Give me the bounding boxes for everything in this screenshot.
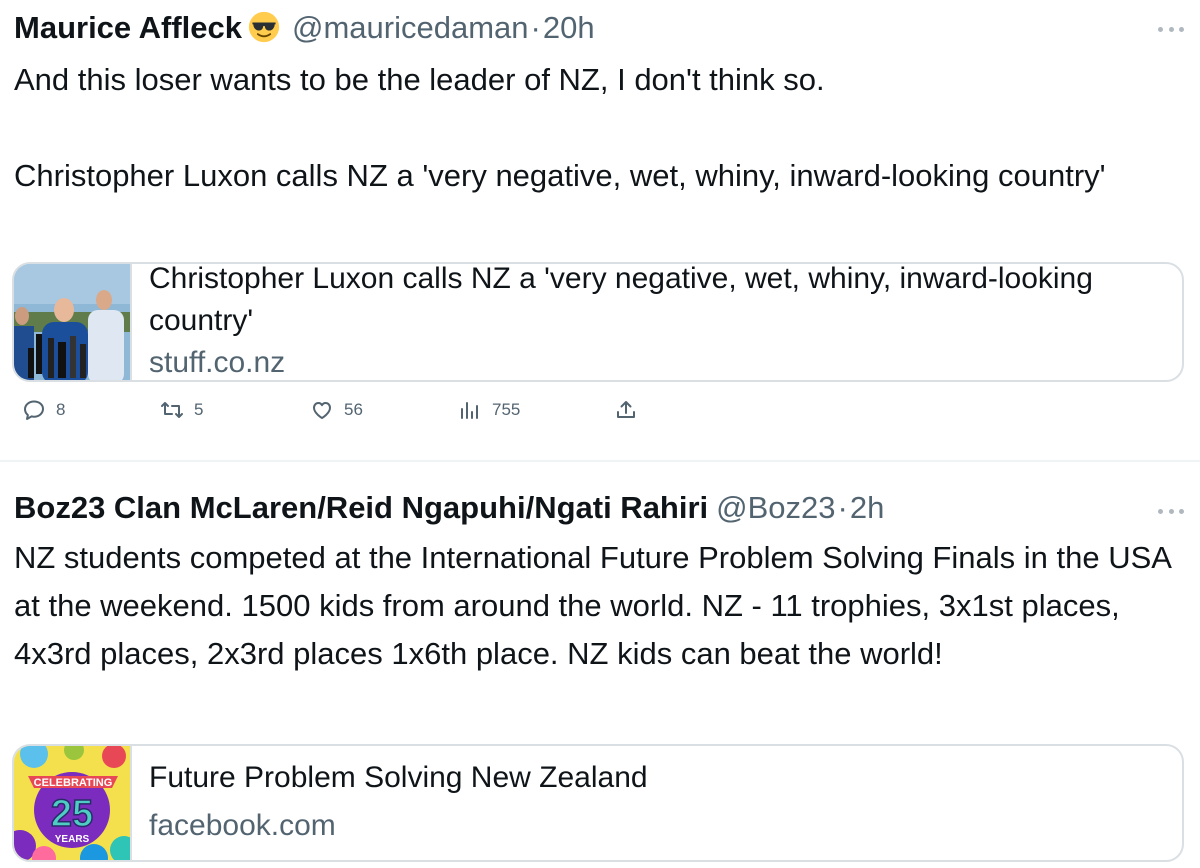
retweet-button[interactable]: 5	[160, 398, 203, 422]
views-button[interactable]: 755	[458, 398, 520, 422]
timestamp[interactable]: 2h	[850, 490, 884, 525]
more-icon[interactable]	[1158, 506, 1184, 516]
card-domain: stuff.co.nz	[149, 346, 286, 379]
timestamp[interactable]: 20h	[543, 10, 595, 45]
separator-dot: ·	[837, 490, 848, 525]
news-photo-image	[14, 264, 130, 380]
author-name[interactable]: Maurice Affleck	[14, 10, 242, 45]
author-handle[interactable]: @Boz23	[716, 490, 835, 525]
share-icon	[617, 401, 635, 418]
tweet[interactable]: Boz23 Clan McLaren/Reid Ngapuhi/Ngati Ra…	[0, 462, 1200, 868]
celebrating-25-years-image: CELEBRATING 25 YEARS	[14, 746, 130, 860]
card-domain: facebook.com	[149, 809, 336, 842]
like-button[interactable]: 56	[310, 398, 363, 422]
tweet-text: NZ students competed at the Internationa…	[14, 540, 1171, 671]
like-icon	[313, 402, 331, 419]
share-button[interactable]	[614, 398, 648, 422]
tweet[interactable]: Maurice Affleck @mauricedaman·20h And th…	[0, 0, 1200, 460]
more-icon[interactable]	[1158, 24, 1184, 34]
thumb-number-text: 25	[51, 793, 93, 835]
retweet-icon	[161, 402, 183, 418]
card-title: Christopher Luxon calls NZ a 'very negat…	[149, 262, 1093, 337]
card-title: Future Problem Solving New Zealand	[149, 761, 648, 794]
tweet-text-quote: Christopher Luxon calls NZ a 'very negat…	[14, 158, 1106, 193]
reply-button[interactable]: 8	[22, 398, 65, 422]
tweet-header: Maurice Affleck @mauricedaman·20h	[14, 8, 595, 48]
card-body: Christopher Luxon calls NZ a 'very negat…	[149, 262, 1162, 380]
reply-count: 8	[56, 400, 66, 419]
tweet-header: Boz23 Clan McLaren/Reid Ngapuhi/Ngati Ra…	[14, 488, 884, 528]
like-count: 56	[344, 400, 363, 419]
card-thumbnail	[14, 264, 132, 380]
author-name[interactable]: Boz23 Clan McLaren/Reid Ngapuhi/Ngati Ra…	[14, 490, 708, 525]
reply-icon	[24, 400, 44, 420]
sunglasses-emoji-icon	[248, 11, 280, 43]
link-card[interactable]: Christopher Luxon calls NZ a 'very negat…	[12, 262, 1184, 382]
author-handle[interactable]: @mauricedaman	[292, 10, 529, 45]
tweet-text: And this loser wants to be the leader of…	[14, 62, 825, 97]
card-body: Future Problem Solving New Zealand faceb…	[149, 756, 1162, 852]
views-icon	[461, 402, 478, 419]
thumb-years-text: YEARS	[55, 834, 90, 845]
thumb-celebrating-text: CELEBRATING	[34, 777, 113, 789]
retweet-count: 5	[194, 400, 204, 419]
link-card[interactable]: CELEBRATING 25 YEARS Future Problem Solv…	[12, 744, 1184, 862]
views-count: 755	[492, 400, 521, 419]
separator-dot: ·	[530, 10, 541, 45]
card-thumbnail: CELEBRATING 25 YEARS	[14, 746, 132, 860]
